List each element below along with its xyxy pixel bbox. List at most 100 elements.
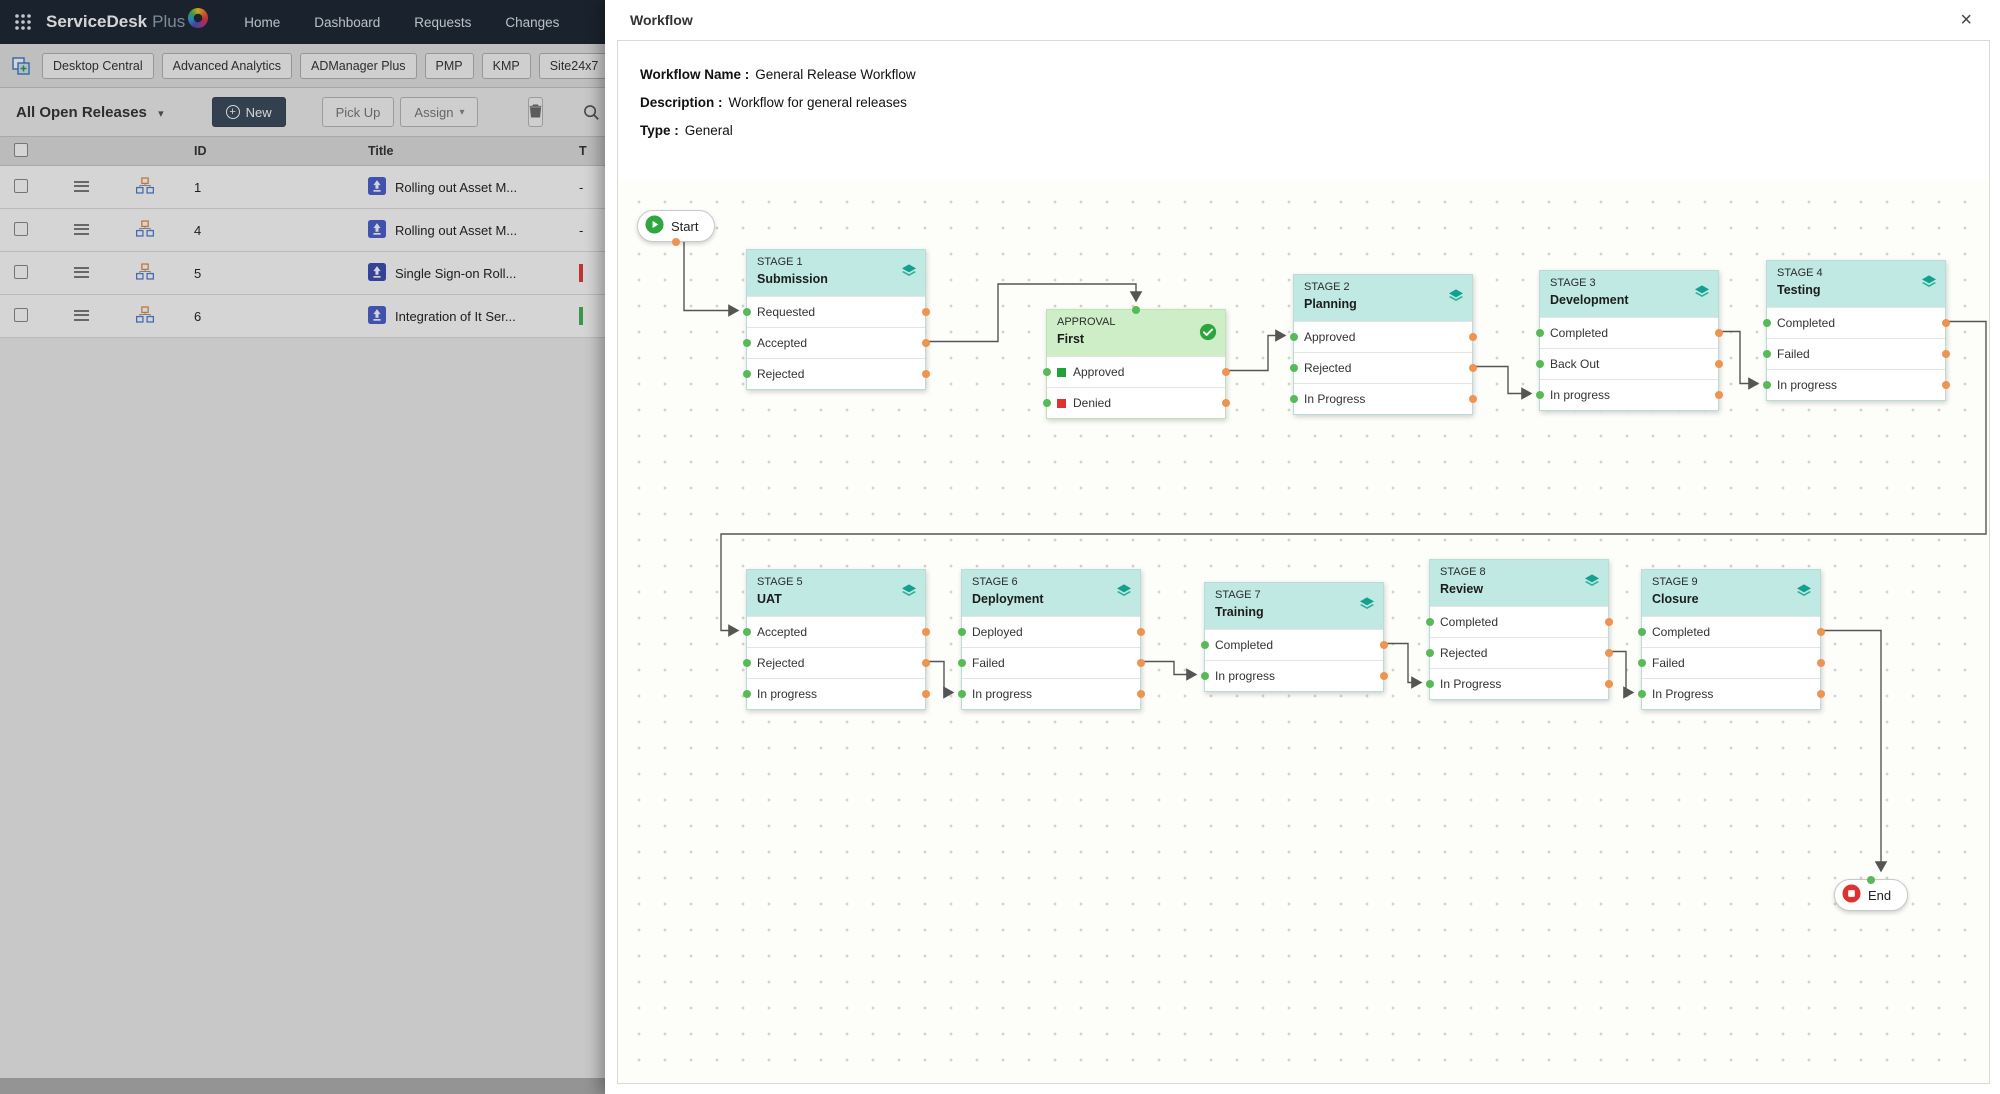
start-node[interactable]: Start xyxy=(637,210,716,246)
status-label: In progress xyxy=(1215,669,1276,683)
workflow-node-deployment[interactable]: STAGE 6 Deployment Deployed Failed In progre… xyxy=(957,569,1145,710)
column-header-technician[interactable]: T xyxy=(579,144,605,158)
out-port-dot xyxy=(1136,659,1145,667)
out-port-dot xyxy=(1816,690,1825,698)
nav-item-home[interactable]: Home xyxy=(244,15,280,30)
tab-site24x7[interactable]: Site24x7 xyxy=(538,52,605,79)
menu-handle-icon[interactable] xyxy=(73,309,89,321)
tab-desktop-central[interactable]: Desktop Central xyxy=(42,52,154,79)
workflow-node-review[interactable]: STAGE 8 Review Completed Rejected In Progres… xyxy=(1425,559,1613,700)
workflow-node-uat[interactable]: STAGE 5 UAT Accepted Rejected In progress xyxy=(742,569,930,710)
out-port-dot xyxy=(1604,649,1613,657)
workflow-icon[interactable] xyxy=(135,306,155,326)
stage-kicker: STAGE 9 xyxy=(1652,576,1698,588)
view-filter-dropdown[interactable]: All Open Releases ▾ xyxy=(16,104,164,121)
menu-handle-icon[interactable] xyxy=(73,180,89,192)
out-port-dot xyxy=(1136,628,1145,636)
assign-button[interactable]: Assign ▾ xyxy=(400,97,479,127)
workflow-node-closure[interactable]: STAGE 9 Closure Completed Failed In Progress xyxy=(1637,569,1825,710)
workflow-description-line: Description : Workflow for general releas… xyxy=(640,95,907,110)
start-play-icon xyxy=(645,215,664,237)
node-header: STAGE 9 Closure xyxy=(1642,570,1820,616)
nav-item-dashboard[interactable]: Dashboard xyxy=(314,15,380,30)
row-checkbox[interactable] xyxy=(14,178,28,193)
workflow-node-planning[interactable]: STAGE 2 Planning Approved Rejected In Progre… xyxy=(1289,274,1477,415)
stage-name: Submission xyxy=(757,272,828,286)
column-header-title[interactable]: Title xyxy=(356,144,579,158)
stage-name: Training xyxy=(1215,605,1264,619)
release-row-5[interactable]: 5 Single Sign-on Roll... xyxy=(0,252,605,295)
select-all-checkbox[interactable] xyxy=(14,142,28,157)
out-port-dot xyxy=(1221,399,1230,407)
release-icon xyxy=(368,176,386,198)
pickup-button[interactable]: Pick Up xyxy=(321,97,395,127)
status-row: In progress xyxy=(1535,379,1723,410)
column-header-id[interactable]: ID xyxy=(178,144,236,158)
end-node[interactable]: End xyxy=(1834,875,1909,911)
apps-grid-icon[interactable] xyxy=(14,13,32,31)
row-checkbox[interactable] xyxy=(14,264,28,279)
delete-button[interactable] xyxy=(528,97,544,127)
status-label: Deployed xyxy=(972,625,1023,639)
status-row: In progress xyxy=(1200,660,1388,691)
workflow-node-training[interactable]: STAGE 7 Training Completed In progress xyxy=(1200,582,1388,692)
nav-item-requests[interactable]: Requests xyxy=(414,15,471,30)
tab-pmp[interactable]: PMP xyxy=(424,52,474,79)
in-port-dot xyxy=(1289,333,1298,341)
status-row: Completed xyxy=(1200,629,1388,660)
status-bullet xyxy=(1057,367,1066,377)
nav-item-changes[interactable]: Changes xyxy=(505,15,559,30)
window-icon[interactable] xyxy=(12,56,30,75)
status-label: Completed xyxy=(1652,625,1711,639)
status-label: Failed xyxy=(972,656,1005,670)
workflow-icon[interactable] xyxy=(135,220,155,240)
workflow-icon[interactable] xyxy=(135,177,155,197)
chevron-down-icon: ▾ xyxy=(158,107,164,120)
workflow-node-development[interactable]: STAGE 3 Development Completed Back Out In pr… xyxy=(1535,270,1723,411)
status-row: Approved xyxy=(1289,321,1477,352)
status-row: Deployed xyxy=(957,616,1145,647)
status-label: Rejected xyxy=(757,367,805,381)
in-port-dot xyxy=(957,628,966,636)
stage-layers-icon xyxy=(1921,274,1937,293)
release-title: Rolling out Asset M... xyxy=(395,179,518,195)
release-row-4[interactable]: 4 Rolling out Asset M... - xyxy=(0,209,605,252)
workflow-node-testing[interactable]: STAGE 4 Testing Completed Failed In progress xyxy=(1762,260,1950,401)
status-label: Back Out xyxy=(1550,357,1600,371)
release-title: Rolling out Asset M... xyxy=(395,222,518,238)
end-in-port-dot xyxy=(1867,875,1876,884)
row-checkbox[interactable] xyxy=(14,307,28,322)
new-button[interactable]: + New xyxy=(211,97,286,127)
release-row-6[interactable]: 6 Integration of It Ser... xyxy=(0,295,605,338)
in-port-dot xyxy=(742,659,751,667)
brand-logo[interactable]: ServiceDesk Plus xyxy=(46,8,209,32)
status-label: In Progress xyxy=(1304,392,1366,406)
in-port-dot xyxy=(1425,680,1434,688)
release-id: 4 xyxy=(194,222,202,238)
status-row: Approved xyxy=(1042,356,1230,387)
in-port-dot xyxy=(1535,329,1544,337)
stage-kicker: STAGE 8 xyxy=(1440,566,1486,578)
technician-value: - xyxy=(579,179,584,195)
status-row: In Progress xyxy=(1637,678,1825,709)
status-bullet xyxy=(1057,398,1066,408)
menu-handle-icon[interactable] xyxy=(73,266,89,278)
close-icon[interactable]: × xyxy=(1960,10,1972,30)
stage-layers-icon xyxy=(901,263,917,282)
workflow-icon[interactable] xyxy=(135,263,155,283)
stage-name: Testing xyxy=(1777,283,1821,297)
release-row-1[interactable]: 1 Rolling out Asset M... - xyxy=(0,166,605,209)
menu-handle-icon[interactable] xyxy=(73,223,89,235)
search-icon[interactable] xyxy=(583,104,600,121)
brand-secondary: Plus xyxy=(152,12,186,31)
workflow-canvas[interactable]: Start End STAGE 1 Submission Requested Acce… xyxy=(618,181,1989,1083)
row-checkbox[interactable] xyxy=(14,221,28,236)
workflow-info: Workflow Name : General Release Workflow … xyxy=(618,41,1989,138)
workflow-node-submission[interactable]: STAGE 1 Submission Requested Accepted Reject… xyxy=(742,249,930,390)
status-row: In progress xyxy=(1762,369,1950,400)
tab-admanager-plus[interactable]: ADManager Plus xyxy=(300,52,417,79)
tab-kmp[interactable]: KMP xyxy=(481,52,531,79)
workflow-node-first[interactable]: APPROVAL First Approved Denied xyxy=(1042,305,1230,419)
stage-layers-icon xyxy=(1359,596,1375,615)
tab-advanced-analytics[interactable]: Advanced Analytics xyxy=(161,52,293,79)
